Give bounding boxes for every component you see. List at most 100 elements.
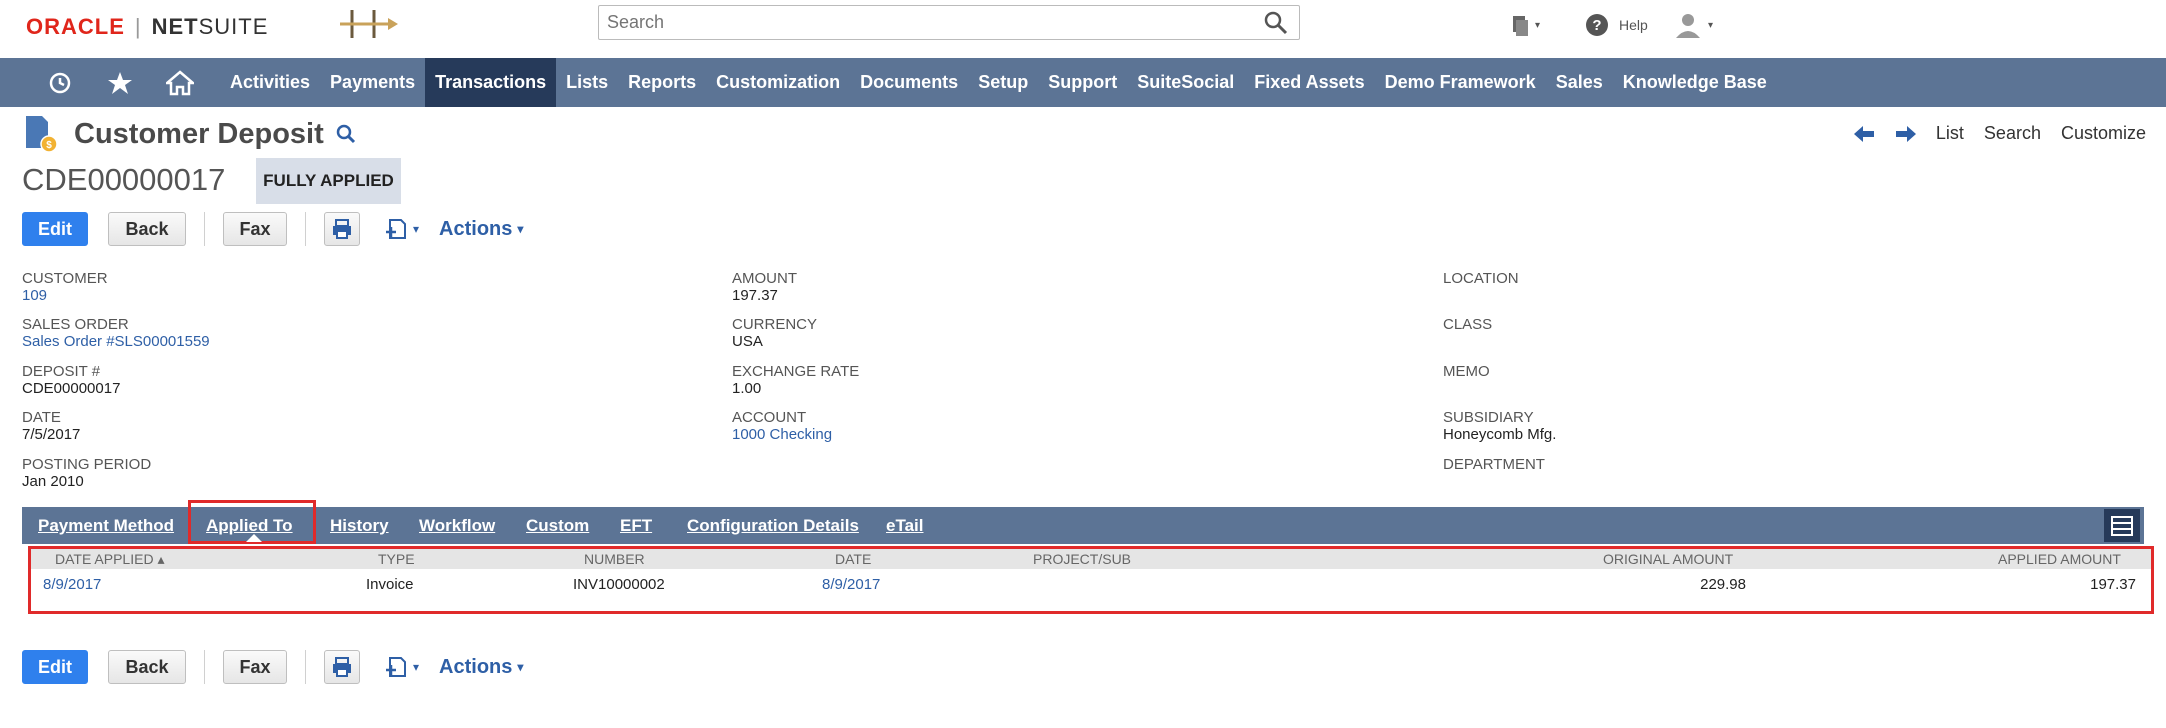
- tab-custom[interactable]: Custom: [526, 507, 589, 544]
- actions-label[interactable]: Actions: [439, 656, 512, 679]
- divider: [305, 212, 306, 246]
- field-value: USA: [732, 333, 763, 350]
- recent-records-menu[interactable]: ▾: [1510, 10, 1540, 40]
- oracle-netsuite-logo[interactable]: ORACLE | NET SUITE: [26, 12, 268, 42]
- nav-item-fixed-assets[interactable]: Fixed Assets: [1244, 58, 1374, 107]
- fax-button[interactable]: Fax: [223, 650, 287, 684]
- print-button[interactable]: [324, 650, 360, 684]
- user-menu[interactable]: ▾: [1672, 10, 1713, 40]
- page-title: Customer Deposit: [74, 117, 324, 150]
- record-id: CDE00000017: [22, 162, 226, 197]
- previous-arrow-icon[interactable]: [1853, 125, 1876, 143]
- help-icon[interactable]: ?: [1585, 13, 1609, 37]
- field-value: 197.37: [732, 287, 778, 304]
- field-class: CLASS: [1443, 316, 1492, 333]
- field-label: ACCOUNT: [732, 409, 807, 426]
- print-button[interactable]: [324, 212, 360, 246]
- field-posting-period: POSTING PERIOD Jan 2010: [22, 456, 151, 491]
- field-label: POSTING PERIOD: [22, 456, 152, 473]
- search-input[interactable]: [599, 6, 1239, 39]
- list-link[interactable]: List: [1936, 123, 1964, 144]
- next-arrow-icon[interactable]: [1894, 125, 1916, 143]
- fax-button[interactable]: Fax: [223, 212, 287, 246]
- more-options-menu[interactable]: ▾: [384, 654, 419, 680]
- layout-toggle-button[interactable]: [2104, 509, 2140, 542]
- help-menu[interactable]: ? Help: [1585, 10, 1648, 40]
- nav-item-suitesocial[interactable]: SuiteSocial: [1127, 58, 1244, 107]
- tab-payment-method[interactable]: Payment Method: [38, 507, 174, 544]
- field-label: DATE: [22, 409, 61, 426]
- tab-configuration-details[interactable]: Configuration Details: [687, 507, 859, 544]
- tab-history[interactable]: History: [330, 507, 389, 544]
- logo-net-text: NET: [151, 14, 199, 39]
- actions-menu[interactable]: Actions ▾: [439, 656, 523, 679]
- status-badge: FULLY APPLIED: [256, 158, 401, 204]
- field-value: 1.00: [732, 380, 762, 397]
- nav-item-setup[interactable]: Setup: [968, 58, 1038, 107]
- active-tab-indicator: [246, 534, 262, 542]
- field-label: DEPOSIT #: [22, 363, 101, 380]
- customize-link[interactable]: Customize: [2061, 123, 2146, 144]
- tab-eft[interactable]: EFT: [620, 507, 652, 544]
- nav-item-knowledge-base[interactable]: Knowledge Base: [1613, 58, 1777, 107]
- actions-label[interactable]: Actions: [439, 218, 512, 241]
- recent-history-icon[interactable]: [30, 58, 90, 107]
- favorites-star-icon[interactable]: [90, 58, 150, 107]
- nav-item-lists[interactable]: Lists: [556, 58, 618, 107]
- field-label: EXCHANGE RATE: [732, 363, 860, 380]
- chevron-down-icon: ▾: [413, 660, 420, 674]
- divider: [204, 650, 205, 684]
- tab-workflow[interactable]: Workflow: [419, 507, 495, 544]
- field-currency: CURRENCY USA: [732, 316, 817, 351]
- chevron-down-icon: ▾: [1708, 19, 1714, 31]
- tab-etail[interactable]: eTail: [886, 507, 923, 544]
- document-menu-icon[interactable]: [384, 654, 410, 680]
- field-sales-order: SALES ORDER Sales Order #SLS00001559: [22, 316, 210, 351]
- printer-icon: [333, 657, 351, 677]
- document-menu-icon[interactable]: [384, 216, 410, 242]
- nav-item-transactions[interactable]: Transactions: [425, 58, 557, 107]
- chevron-down-icon: ▾: [517, 222, 524, 236]
- nav-shortcuts: [30, 58, 210, 107]
- applied-table-highlight: [28, 546, 2154, 614]
- more-options-menu[interactable]: ▾: [384, 216, 419, 242]
- search-icon[interactable]: [334, 122, 358, 146]
- svg-text:$: $: [46, 140, 52, 151]
- field-account: ACCOUNT 1000 Checking: [732, 409, 832, 444]
- nav-item-activities[interactable]: Activities: [220, 58, 320, 107]
- field-value: Honeycomb Mfg.: [1443, 426, 1557, 443]
- global-search[interactable]: [598, 5, 1300, 40]
- nav-item-payments[interactable]: Payments: [320, 58, 425, 107]
- nav-item-sales[interactable]: Sales: [1546, 58, 1613, 107]
- list-layout-icon: [2111, 515, 2133, 536]
- help-label[interactable]: Help: [1619, 17, 1648, 33]
- main-nav-bar: Activities Payments Transactions Lists R…: [0, 58, 2166, 107]
- nav-item-demo-framework[interactable]: Demo Framework: [1375, 58, 1546, 107]
- actions-menu[interactable]: Actions ▾: [439, 218, 523, 241]
- back-button[interactable]: Back: [108, 212, 186, 246]
- user-avatar-icon[interactable]: [1672, 12, 1706, 38]
- nav-menu: Activities Payments Transactions Lists R…: [220, 58, 1777, 107]
- recent-records-icon[interactable]: [1510, 13, 1532, 37]
- nav-item-support[interactable]: Support: [1038, 58, 1127, 107]
- home-icon[interactable]: [150, 58, 210, 107]
- logo-suite-text: SUITE: [198, 14, 269, 39]
- logo-oracle-text: ORACLE: [26, 14, 125, 39]
- back-button[interactable]: Back: [108, 650, 186, 684]
- chevron-down-icon: ▾: [413, 222, 420, 236]
- field-amount: AMOUNT 197.37: [732, 270, 797, 305]
- field-subsidiary: SUBSIDIARY Honeycomb Mfg.: [1443, 409, 1556, 444]
- field-date: DATE 7/5/2017: [22, 409, 80, 444]
- field-label: CURRENCY: [732, 316, 818, 333]
- field-value-link[interactable]: 109: [22, 287, 108, 305]
- edit-button[interactable]: Edit: [22, 650, 88, 684]
- nav-item-reports[interactable]: Reports: [618, 58, 706, 107]
- search-link[interactable]: Search: [1984, 123, 2041, 144]
- field-value-link[interactable]: 1000 Checking: [732, 426, 832, 444]
- search-icon[interactable]: [1263, 10, 1289, 36]
- nav-item-documents[interactable]: Documents: [850, 58, 968, 107]
- edit-button[interactable]: Edit: [22, 212, 88, 246]
- field-value-link[interactable]: Sales Order #SLS00001559: [22, 333, 210, 351]
- nav-item-customization[interactable]: Customization: [706, 58, 850, 107]
- field-label: SALES ORDER: [22, 316, 129, 333]
